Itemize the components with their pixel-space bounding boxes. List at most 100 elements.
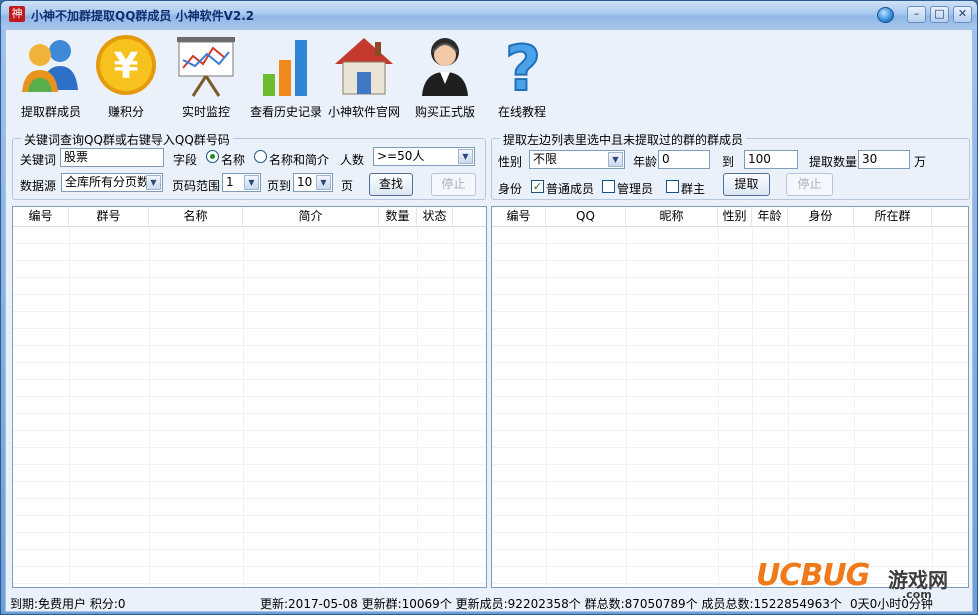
bar-chart-icon	[253, 34, 319, 98]
col-header[interactable]: 所在群	[854, 207, 932, 227]
page-range-label: 页码范围	[172, 179, 221, 193]
col-divider	[718, 227, 719, 587]
page-to-value: 10	[297, 175, 313, 189]
svg-text:¥: ¥	[113, 46, 138, 87]
col-header[interactable]: 性别	[718, 207, 752, 227]
maximize-button[interactable]: □	[930, 6, 949, 23]
people-value: >=50人	[377, 149, 425, 163]
age-to-label: 到	[722, 155, 735, 169]
radio-name-intro[interactable]	[254, 150, 267, 163]
col-divider	[788, 227, 789, 587]
member-list-table[interactable]: 编号 QQ 昵称 性别 年龄 身份 所在群	[491, 206, 969, 588]
toolbar-label: 在线教程	[497, 105, 546, 119]
field-label: 字段	[173, 153, 198, 167]
toolbar-label: 小神软件官网	[327, 105, 400, 119]
close-button[interactable]: ✕	[953, 6, 972, 23]
chevron-down-icon[interactable]: ▼	[146, 175, 161, 190]
toolbar-history[interactable]: 查看历史记录	[246, 34, 326, 120]
col-header[interactable]: 数量	[379, 207, 417, 227]
watermark-domain: .com	[902, 588, 932, 601]
left-stop-button[interactable]: 停止	[431, 173, 476, 196]
people-select[interactable]: >=50人 ▼	[373, 147, 475, 166]
svg-text:?: ?	[505, 34, 541, 98]
col-divider	[626, 227, 627, 587]
col-header[interactable]: 编号	[13, 207, 69, 227]
client-area: 提取群成员 ¥ 赚积分 实时监控 查看历史记录 小神软件官网 购买正式版 ? 在…	[5, 29, 973, 612]
col-header[interactable]: 状态	[417, 207, 453, 227]
count-input[interactable]: 30	[858, 150, 910, 169]
radio-name[interactable]	[206, 150, 219, 163]
skin-icon[interactable]	[877, 7, 894, 23]
status-account: 到期:免费用户 积分:0	[10, 597, 126, 611]
col-header[interactable]: 编号	[492, 207, 546, 227]
source-value: 全库所有分页数	[65, 175, 150, 189]
col-divider	[69, 227, 70, 587]
chevron-down-icon[interactable]: ▼	[608, 152, 623, 167]
radio-name-intro-label: 名称和简介	[269, 153, 330, 167]
checkbox-admin[interactable]	[602, 180, 615, 193]
chevron-down-icon[interactable]: ▼	[458, 149, 473, 164]
source-label: 数据源	[20, 179, 57, 193]
age-label: 年龄	[633, 155, 658, 169]
col-header[interactable]: 昵称	[626, 207, 718, 227]
left-group-title: 关键词查询QQ群或右键导入QQ群号码	[21, 131, 233, 148]
toolbar-realtime-monitor[interactable]: 实时监控	[170, 34, 242, 120]
toolbar-official-site[interactable]: 小神软件官网	[326, 34, 402, 120]
page-unit-label: 页	[341, 179, 354, 193]
count-unit-label: 万	[914, 155, 927, 169]
member-list-header: 编号 QQ 昵称 性别 年龄 身份 所在群	[492, 207, 968, 227]
page-to-label: 页到	[267, 179, 292, 193]
status-bar: 到期:免费用户 积分:0 更新:2017-05-08 更新群:10069个 更新…	[6, 596, 972, 612]
col-divider	[417, 227, 418, 587]
col-divider	[379, 227, 380, 587]
col-divider	[546, 227, 547, 587]
question-icon: ?	[490, 31, 556, 106]
title-bar[interactable]: 神 小神不加群提取QQ群成员 小神软件V2.2 – □ ✕	[1, 1, 977, 29]
age-to-input[interactable]: 100	[744, 150, 798, 169]
source-select[interactable]: 全库所有分页数 ▼	[61, 173, 163, 192]
col-header[interactable]: QQ	[546, 207, 626, 227]
gender-select[interactable]: 不限 ▼	[529, 150, 625, 169]
col-header[interactable]: 年龄	[752, 207, 788, 227]
checkbox-owner[interactable]	[666, 180, 679, 193]
window-title: 小神不加群提取QQ群成员 小神软件V2.2	[31, 9, 255, 23]
toolbar-label: 查看历史记录	[249, 105, 322, 119]
identity-label: 身份	[498, 182, 523, 196]
toolbar-label: 购买正式版	[414, 105, 475, 119]
checkbox-normal-member[interactable]: ✓	[531, 180, 544, 193]
member-list-rows	[492, 227, 968, 587]
toolbar-tutorial[interactable]: ? 在线教程	[490, 31, 556, 120]
page-from-select[interactable]: 1 ▼	[222, 173, 261, 192]
radio-name-label: 名称	[221, 153, 246, 167]
keyword-label: 关键词	[20, 153, 57, 167]
main-toolbar: 提取群成员 ¥ 赚积分 实时监控 查看历史记录 小神软件官网 购买正式版 ? 在…	[6, 30, 972, 122]
minimize-button[interactable]: –	[907, 6, 926, 23]
chart-board-icon	[173, 34, 239, 98]
col-divider	[453, 227, 454, 587]
ucbug-watermark: UCBUG 游戏网 .com	[756, 558, 970, 601]
col-header[interactable]: 名称	[149, 207, 243, 227]
toolbar-extract-members[interactable]: 提取群成员	[12, 34, 90, 120]
right-group-title: 提取左边列表里选中且未提取过的群的群成员	[500, 131, 747, 148]
home-icon	[331, 34, 397, 98]
app-window: 神 小神不加群提取QQ群成员 小神软件V2.2 – □ ✕ 提取群成员 ¥ 赚积…	[0, 0, 978, 615]
chevron-down-icon[interactable]: ▼	[316, 175, 331, 190]
col-header[interactable]: 群号	[69, 207, 149, 227]
chevron-down-icon[interactable]: ▼	[244, 175, 259, 190]
keyword-input[interactable]: 股票	[60, 148, 164, 167]
col-header[interactable]: 身份	[788, 207, 854, 227]
group-list-table[interactable]: 编号 群号 名称 简介 数量 状态	[12, 206, 487, 588]
toolbar-buy-full[interactable]: 购买正式版	[408, 34, 482, 120]
toolbar-earn-points[interactable]: ¥ 赚积分	[92, 34, 160, 120]
gender-label: 性别	[498, 155, 523, 169]
right-stop-button[interactable]: 停止	[786, 173, 833, 196]
age-from-input[interactable]: 0	[658, 150, 710, 169]
col-divider	[149, 227, 150, 587]
extract-button[interactable]: 提取	[723, 173, 770, 196]
col-header[interactable]: 简介	[243, 207, 379, 227]
search-button[interactable]: 查找	[369, 173, 413, 196]
count-label: 提取数量	[809, 155, 858, 169]
checkbox-admin-label: 管理员	[617, 182, 654, 196]
page-to-select[interactable]: 10 ▼	[293, 173, 333, 192]
col-divider	[932, 227, 933, 587]
